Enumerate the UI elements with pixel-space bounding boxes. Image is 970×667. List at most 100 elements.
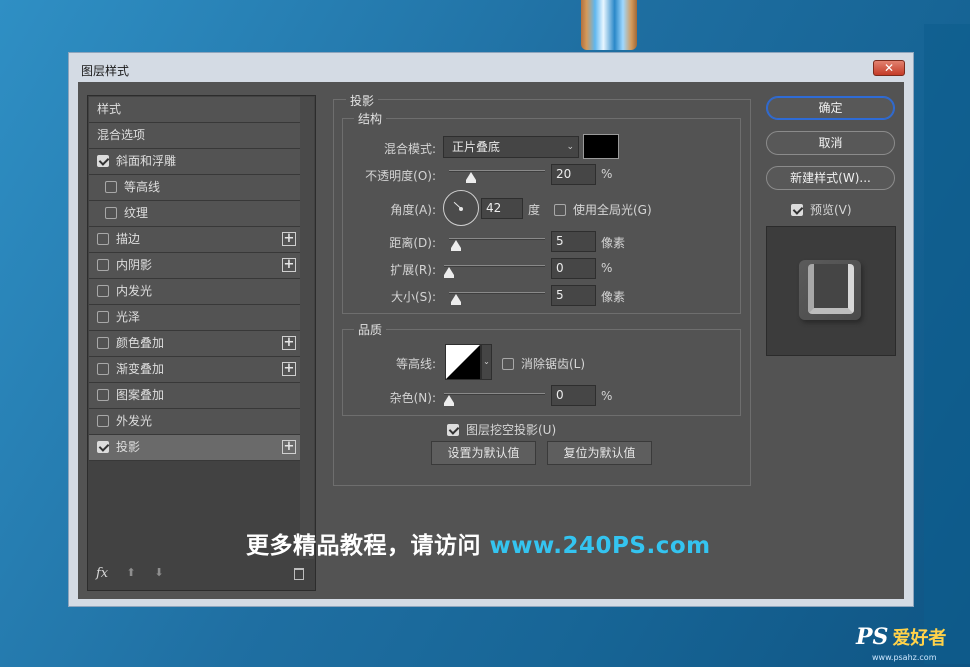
size-slider-thumb[interactable] (450, 294, 461, 305)
spread-slider-thumb[interactable] (444, 267, 454, 278)
knockout-check[interactable] (447, 424, 459, 436)
shadow-color-swatch[interactable] (583, 134, 619, 159)
move-up-icon[interactable]: ⬆ (124, 566, 138, 580)
add-effect-icon[interactable]: + (282, 336, 296, 350)
cancel-button[interactable]: 取消 (766, 131, 895, 155)
noise-label: 杂色(N): (389, 391, 436, 405)
tutorial-watermark: 更多精品教程，请访问 www.240PS.com (246, 526, 711, 560)
contour-preview[interactable] (445, 344, 481, 380)
opacity-slider[interactable] (449, 168, 545, 183)
style-list-item[interactable]: 投影 + (89, 435, 300, 461)
size-slider-track (449, 292, 545, 294)
style-item-checkbox[interactable] (97, 259, 109, 271)
style-list-item[interactable]: 图案叠加 (89, 383, 300, 409)
preview-check[interactable] (791, 204, 803, 216)
opacity-input[interactable]: 20 (551, 164, 596, 185)
distance-input[interactable]: 5 (551, 231, 596, 252)
new-style-button[interactable]: 新建样式(W)... (766, 166, 895, 190)
style-list: 样式混合选项斜面和浮雕等高线纹理描边 + 内阴影 + 内发光 光泽 颜色叠加 + 渐变叠加 + 图案… (89, 97, 300, 461)
style-list-item[interactable]: 外发光 (89, 409, 300, 435)
style-item-checkbox[interactable] (97, 389, 109, 401)
add-effect-icon[interactable]: + (282, 362, 296, 376)
style-item-checkbox[interactable] (97, 233, 109, 245)
spread-slider[interactable] (444, 263, 545, 278)
global-light-label: 使用全局光(G) (573, 203, 652, 217)
style-item-checkbox[interactable] (97, 363, 109, 375)
noise-slider[interactable] (444, 391, 545, 406)
style-item-label: 描边 (116, 232, 141, 246)
style-list-scrollbar[interactable] (300, 97, 314, 559)
background-glass-object (581, 0, 637, 50)
angle-input[interactable]: 42 (481, 198, 523, 219)
style-list-item[interactable]: 内阴影 + (89, 253, 300, 279)
anti-alias-checkbox[interactable]: 消除锯齿(L) (502, 355, 585, 372)
size-unit: 像素 (601, 290, 626, 304)
contour-dropdown[interactable]: ⌄ (481, 344, 492, 380)
spread-input[interactable]: 0 (551, 258, 596, 279)
style-list-item[interactable]: 等高线 (89, 175, 300, 201)
noise-input[interactable]: 0 (551, 385, 596, 406)
distance-slider-thumb[interactable] (450, 240, 461, 251)
style-list-item[interactable]: 光泽 (89, 305, 300, 331)
title-bar[interactable]: 图层样式 ✕ (69, 53, 913, 82)
style-list-item[interactable]: 样式 (89, 97, 300, 123)
distance-slider[interactable] (449, 236, 545, 251)
trash-icon[interactable] (294, 568, 304, 580)
knockout-label: 图层挖空投影(U) (466, 423, 557, 437)
preview-label: 预览(V) (810, 203, 852, 217)
style-item-checkbox[interactable] (105, 207, 117, 219)
knockout-checkbox[interactable]: 图层挖空投影(U) (447, 421, 556, 438)
style-item-label: 投影 (116, 440, 141, 454)
fx-button[interactable]: fx (96, 566, 108, 581)
style-item-label: 等高线 (124, 180, 161, 194)
dialog-title: 图层样式 (81, 64, 130, 78)
make-default-button[interactable]: 设置为默认值 (431, 441, 536, 465)
global-light-checkbox[interactable]: 使用全局光(G) (554, 201, 652, 218)
style-item-checkbox[interactable] (97, 337, 109, 349)
preview-checkbox[interactable]: 预览(V) (791, 201, 852, 218)
style-list-item[interactable]: 混合选项 (89, 123, 300, 149)
style-item-checkbox[interactable] (97, 441, 109, 453)
style-item-checkbox[interactable] (97, 311, 109, 323)
opacity-unit: % (601, 167, 613, 181)
style-item-checkbox[interactable] (97, 155, 109, 167)
style-list-item[interactable]: 描边 + (89, 227, 300, 253)
style-item-checkbox[interactable] (97, 285, 109, 297)
chevron-down-icon: ⌄ (566, 142, 574, 152)
corner-site-url: www.psahz.com (872, 653, 937, 662)
size-input[interactable]: 5 (551, 285, 596, 306)
style-list-item[interactable]: 斜面和浮雕 (89, 149, 300, 175)
style-item-label: 内阴影 (116, 258, 153, 272)
style-list-item[interactable]: 渐变叠加 + (89, 357, 300, 383)
blend-mode-value: 正片叠底 (452, 140, 501, 154)
style-list-toolbar: fx ⬆ ⬇ (94, 566, 308, 584)
style-item-label: 样式 (97, 102, 122, 116)
global-light-check[interactable] (554, 204, 566, 216)
angle-label: 角度(A): (390, 203, 436, 217)
move-down-icon[interactable]: ⬇ (152, 566, 166, 580)
style-list-item[interactable]: 颜色叠加 + (89, 331, 300, 357)
opacity-slider-thumb[interactable] (466, 172, 477, 183)
ok-button[interactable]: 确定 (766, 96, 895, 120)
add-effect-icon[interactable]: + (282, 258, 296, 272)
add-effect-icon[interactable]: + (282, 440, 296, 454)
corner-logo-cn: 爱好者 (892, 628, 947, 649)
style-preview-thumbnail (766, 226, 896, 356)
anti-alias-check[interactable] (502, 358, 514, 370)
style-list-item[interactable]: 纹理 (89, 201, 300, 227)
style-item-checkbox[interactable] (105, 181, 117, 193)
style-item-label: 外发光 (116, 414, 153, 428)
structure-title: 结构 (354, 110, 387, 127)
quality-title: 品质 (354, 321, 387, 338)
noise-slider-thumb[interactable] (444, 395, 454, 406)
spread-slider-track (444, 265, 545, 267)
angle-dial[interactable] (443, 190, 479, 226)
add-effect-icon[interactable]: + (282, 232, 296, 246)
size-slider[interactable] (449, 290, 545, 305)
style-list-item[interactable]: 内发光 (89, 279, 300, 305)
style-item-label: 斜面和浮雕 (116, 154, 177, 168)
reset-default-button[interactable]: 复位为默认值 (547, 441, 652, 465)
style-item-checkbox[interactable] (97, 415, 109, 427)
blend-mode-select[interactable]: 正片叠底 ⌄ (443, 136, 579, 158)
close-button[interactable]: ✕ (873, 60, 905, 76)
